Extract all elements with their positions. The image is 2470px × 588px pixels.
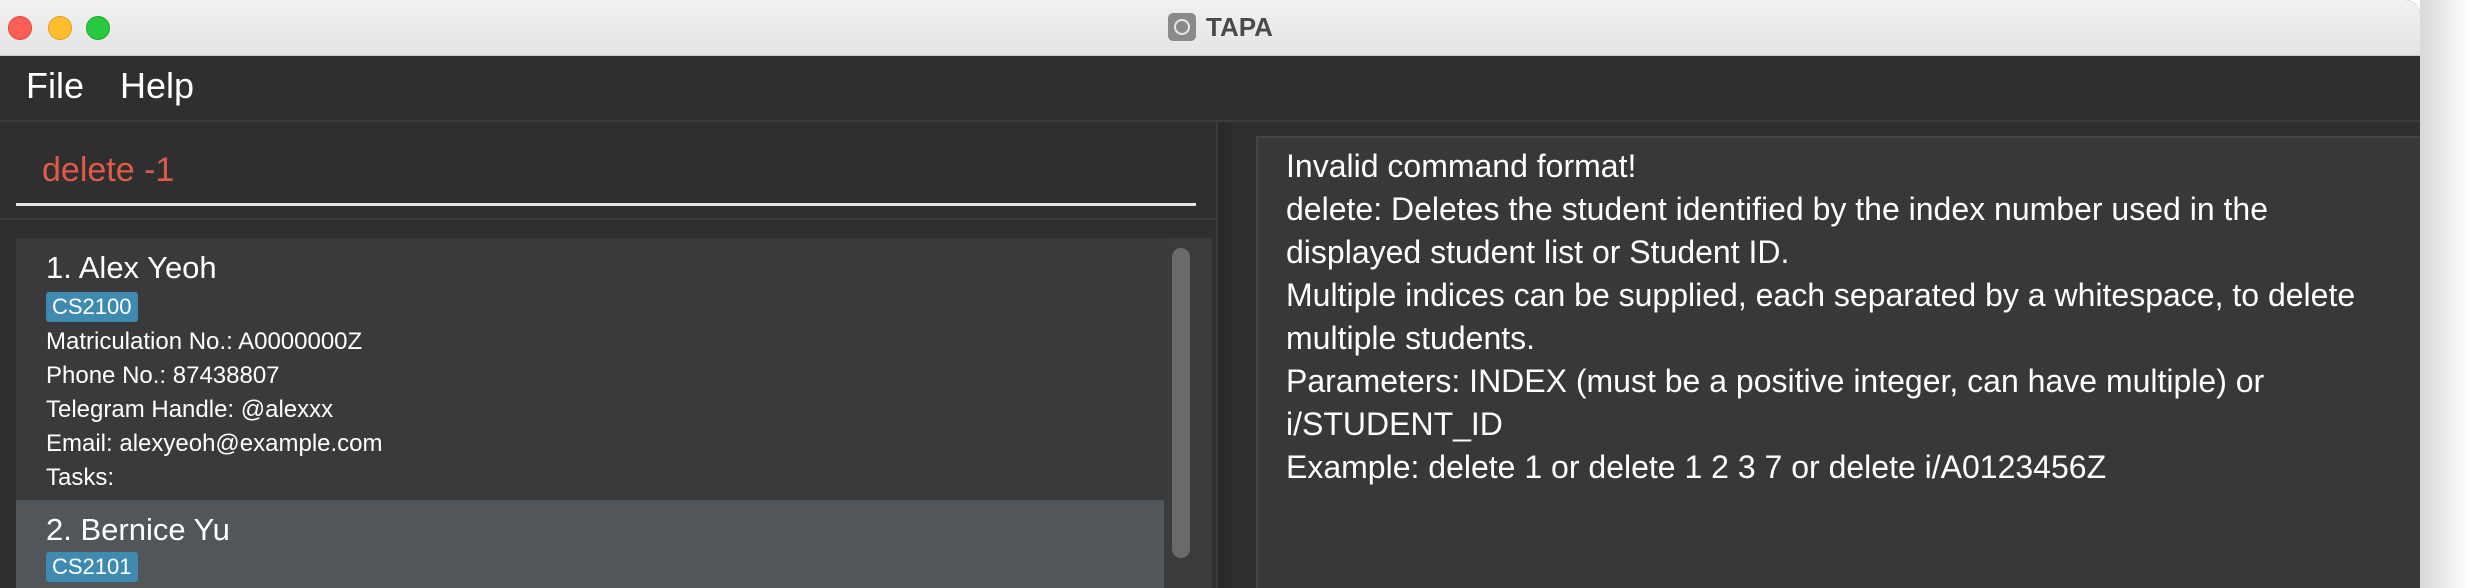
result-line: i/STUDENT_ID [1286,406,1503,442]
result-line: delete: Deletes the student identified b… [1286,191,2268,227]
student-phone: Phone No.: 87438807 [46,362,280,389]
student-email: Email: alexyeoh@example.com [46,430,383,457]
window-shadow [2420,0,2470,588]
result-line: multiple students. [1286,320,1536,356]
student-name: 2. Bernice Yu [46,512,230,547]
result-display: Invalid command format! delete: Deletes … [1256,136,2420,588]
result-line: Example: delete 1 or delete 1 2 3 7 or d… [1286,449,2107,485]
student-telegram: Telegram Handle: @alexxx [46,396,334,423]
close-window-button[interactable] [8,16,32,40]
student-card[interactable]: 2. Bernice Yu CS2101 [16,500,1164,588]
window-title: TAPA [1206,11,1273,42]
result-line: Multiple indices can be supplied, each s… [1286,277,2356,313]
student-card[interactable]: 1. Alex Yeoh CS2100 Matriculation No.: A… [16,238,1164,500]
result-line: Invalid command format! [1286,148,1637,184]
command-input[interactable] [40,150,1184,191]
module-tag: CS2100 [46,292,138,322]
student-tasks: Tasks: [46,464,115,491]
title-bar: TAPA [0,0,2420,56]
command-separator [0,218,1216,220]
menu-bar: File Help [0,56,2420,122]
student-name: 1. Alex Yeoh [46,250,217,285]
window-title-group: TAPA [1168,11,1273,43]
minimize-window-button[interactable] [48,16,72,40]
student-list[interactable]: 1. Alex Yeoh CS2100 Matriculation No.: A… [16,238,1212,588]
module-tag: CS2101 [46,552,138,582]
right-pane: Invalid command format! delete: Deletes … [1232,122,2420,588]
left-pane: 1. Alex Yeoh CS2100 Matriculation No.: A… [0,122,1216,588]
result-line: displayed student list or Student ID. [1286,234,1790,270]
command-box [16,136,1196,206]
maximize-window-button[interactable] [86,16,110,40]
app-logo-icon [1174,19,1190,35]
student-list-scrollbar[interactable] [1172,248,1190,558]
app-icon [1168,13,1196,41]
student-matric: Matriculation No.: A0000000Z [46,328,363,355]
split-pane-divider[interactable] [1216,122,1232,588]
result-line: Parameters: INDEX (must be a positive in… [1286,363,2265,399]
menu-help[interactable]: Help [120,65,194,107]
app-window: TAPA File Help 1. Alex Yeoh CS2100 Matri… [0,0,2420,588]
menu-file[interactable]: File [26,65,84,107]
